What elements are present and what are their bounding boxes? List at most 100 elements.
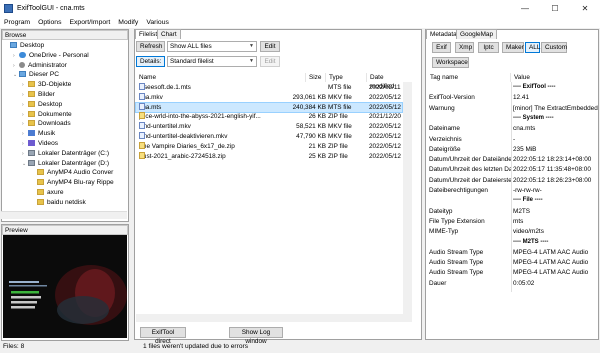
file-filter-select[interactable]: Show ALL files ▼ <box>167 41 257 52</box>
tab-googlemap[interactable]: GoogleMap <box>456 29 498 39</box>
xmp-button[interactable]: Xmp <box>455 42 474 53</box>
tree-item[interactable]: baidu netdisk <box>31 198 86 208</box>
metadata-section-row[interactable]: ---- File ---- <box>427 196 599 206</box>
all-button[interactable]: ALL <box>525 42 540 53</box>
exif-button[interactable]: Exif <box>432 42 451 53</box>
filelist-vertical-scrollbar[interactable] <box>403 82 412 322</box>
file-size: 26 KB <box>308 113 326 121</box>
details-button[interactable]: Details: <box>136 56 165 67</box>
file-row[interactable]: The Vampire Diaries_6x17_de.zip 21 KB ZIP … <box>136 141 402 152</box>
metadata-row[interactable]: ExifTool-Version 12.41 <box>427 93 599 103</box>
metadata-row[interactable]: Datum/Uhrzeit der Dateierste 2022:05:12 1… <box>427 176 599 186</box>
metadata-row[interactable]: Audio Stream Type MPEG-4 LATM AAC Audio <box>427 268 599 278</box>
tree-item[interactable]: Desktop <box>4 41 44 51</box>
iptc-button[interactable]: Iptc <box>478 42 499 53</box>
zip-file-icon <box>139 141 145 149</box>
metadata-row[interactable]: Warnung [minor] The ExtractEmbedded <box>427 104 599 114</box>
tree-item[interactable]: › Musik <box>22 129 55 139</box>
close-button[interactable]: ✕ <box>570 0 600 16</box>
column-header-value[interactable]: Value <box>511 73 597 82</box>
tree-item[interactable]: › Downloads <box>22 119 71 129</box>
menu-bar: Program Options Export/Import Modify Var… <box>0 16 600 28</box>
file-date: 2022/05/12 18:24:3 <box>369 133 402 140</box>
file-size: 240,384 KB <box>292 103 326 111</box>
metadata-section-row[interactable]: ---- ExifTool ---- <box>427 83 599 93</box>
folder-icon <box>28 91 35 97</box>
metadata-row[interactable]: Dateiname cna.mts <box>427 124 599 134</box>
column-header-tag-name[interactable]: Tag name <box>427 73 511 82</box>
metadata-row[interactable]: Dauer 0:05:02 <box>427 279 599 289</box>
menu-program[interactable]: Program <box>0 19 34 26</box>
maximize-button[interactable]: ☐ <box>540 0 570 16</box>
exiftool-direct-button[interactable]: ExifTool direct <box>140 327 186 345</box>
column-header-size[interactable]: Size <box>306 73 326 82</box>
tree-item[interactable]: › Videos <box>22 139 58 149</box>
column-header-type[interactable]: Type <box>326 73 367 82</box>
tree-item[interactable]: › Administrator <box>13 61 67 71</box>
tree-item-label: Dokumente <box>38 110 72 118</box>
tree-item[interactable]: › Dokumente <box>22 110 72 120</box>
tree-item-label: 3D-Objekte <box>38 81 72 89</box>
metadata-row[interactable]: File Type Extension mts <box>427 217 599 227</box>
column-header-date[interactable]: Date modified <box>367 73 403 90</box>
tag-value: video/m2ts <box>513 228 544 236</box>
tag-value: - <box>513 135 516 143</box>
metadata-section-row[interactable]: ---- M2TS ---- <box>427 238 599 248</box>
filelist-horizontal-scrollbar[interactable] <box>136 314 403 322</box>
tag-value: 2022:05:12 18:26:23+08:00 <box>513 176 592 184</box>
custom-button[interactable]: Custom <box>541 42 567 53</box>
metadata-row[interactable]: Dateigröße 235 MiB <box>427 145 599 155</box>
tag-value: MPEG-4 LATM AAC Audio <box>513 259 589 267</box>
show-log-button[interactable]: Show Log window <box>229 327 283 345</box>
view-mode-select[interactable]: Standard filelist ▼ <box>167 56 257 67</box>
file-name-text: The Vampire Diaries_6x17_de.zip <box>139 142 235 150</box>
file-name-text: juice-wrld-into-the-abyss-2021-english-y… <box>139 113 261 121</box>
file-name-text: kind-untertitel-deaktivieren.mkv <box>139 133 228 140</box>
file-row[interactable]: aiseesoft.de.1.mts MTS file 2022/02/11 09:… <box>136 83 402 93</box>
file-row[interactable]: cna.mts240,384 KBMTS file2022/05/12 18:2… <box>135 101 403 114</box>
edit-filter-button[interactable]: Edit <box>260 41 280 52</box>
tree-item[interactable]: ⌄ Dieser PC <box>13 70 59 80</box>
tree-item[interactable]: › Desktop <box>22 100 62 110</box>
file-row[interactable]: cna.mkv293,061 KBMKV file2022/05/12 18:2… <box>136 92 402 103</box>
metadata-row[interactable]: Verzeichnis - <box>427 135 599 145</box>
tree-item[interactable]: axure <box>31 188 64 198</box>
file-type: ZIP file <box>328 142 348 150</box>
tree-item[interactable]: › OneDrive - Personal <box>13 51 89 61</box>
file-row[interactable]: trust-2021_arabic-2724518.zip 25 KB ZIP fi… <box>136 151 402 162</box>
minimize-button[interactable]: — <box>510 0 540 16</box>
column-header-name[interactable]: Name <box>136 73 306 82</box>
status-file-count: Files: 8 <box>3 343 25 350</box>
menu-options[interactable]: Options <box>34 19 65 26</box>
metadata-row[interactable]: Audio Stream Type MPEG-4 LATM AAC Audio <box>427 258 599 268</box>
refresh-button[interactable]: Refresh <box>136 41 165 52</box>
tree-item[interactable]: AnyMP4 Audio Conver <box>31 168 113 178</box>
metadata-row[interactable]: Dateityp M2TS <box>427 207 599 217</box>
tree-item[interactable]: ⌄ Lokaler Datenträger (D:) <box>22 159 109 169</box>
tree-item[interactable]: › Lokaler Datenträger (C:) <box>22 149 109 159</box>
menu-modify[interactable]: Modify <box>114 19 142 26</box>
tag-value: [minor] The ExtractEmbedded <box>513 104 598 112</box>
menu-export-import[interactable]: Export/Import <box>66 19 115 26</box>
metadata-row[interactable]: Datum/Uhrzeit der Dateiände 2022:05:12 18… <box>427 155 599 165</box>
workspace-button[interactable]: Workspace <box>432 57 469 68</box>
metadata-section-row[interactable]: ---- System ---- <box>427 114 599 124</box>
tree-item[interactable]: › Bilder <box>22 90 55 100</box>
tag-name: Warnung <box>429 104 455 112</box>
tree-item[interactable]: › 3D-Objekte <box>22 80 71 90</box>
maker-button[interactable]: Maker <box>502 42 524 53</box>
metadata-row[interactable]: Audio Stream Type MPEG-4 LATM AAC Audio <box>427 248 599 258</box>
file-date: 2022/05/12 16:51:1 <box>369 142 402 150</box>
file-row[interactable]: kind-untertitel-deaktivieren.mkv 47,790 K… <box>136 132 402 142</box>
file-row[interactable]: kind-untertitel.mkv 58,521 KB MKV file 2022… <box>136 122 402 132</box>
tree-item[interactable]: AnyMP4 Blu-ray Rippe <box>31 178 114 188</box>
desktop-icon <box>10 42 17 48</box>
chevron-down-icon: ▼ <box>249 43 254 49</box>
file-row[interactable]: juice-wrld-into-the-abyss-2021-english-y… <box>136 112 402 122</box>
tree-horizontal-scrollbar[interactable] <box>1 211 127 219</box>
metadata-row[interactable]: Datum/Uhrzeit des letzten Da 2022:05:17 1… <box>427 165 599 175</box>
metadata-row[interactable]: MIME-Typ video/m2ts <box>427 227 599 237</box>
tab-chart[interactable]: Chart <box>157 29 181 39</box>
metadata-row[interactable]: Dateiberechtigungen -rw-rw-rw- <box>427 186 599 196</box>
menu-various[interactable]: Various <box>142 19 173 26</box>
